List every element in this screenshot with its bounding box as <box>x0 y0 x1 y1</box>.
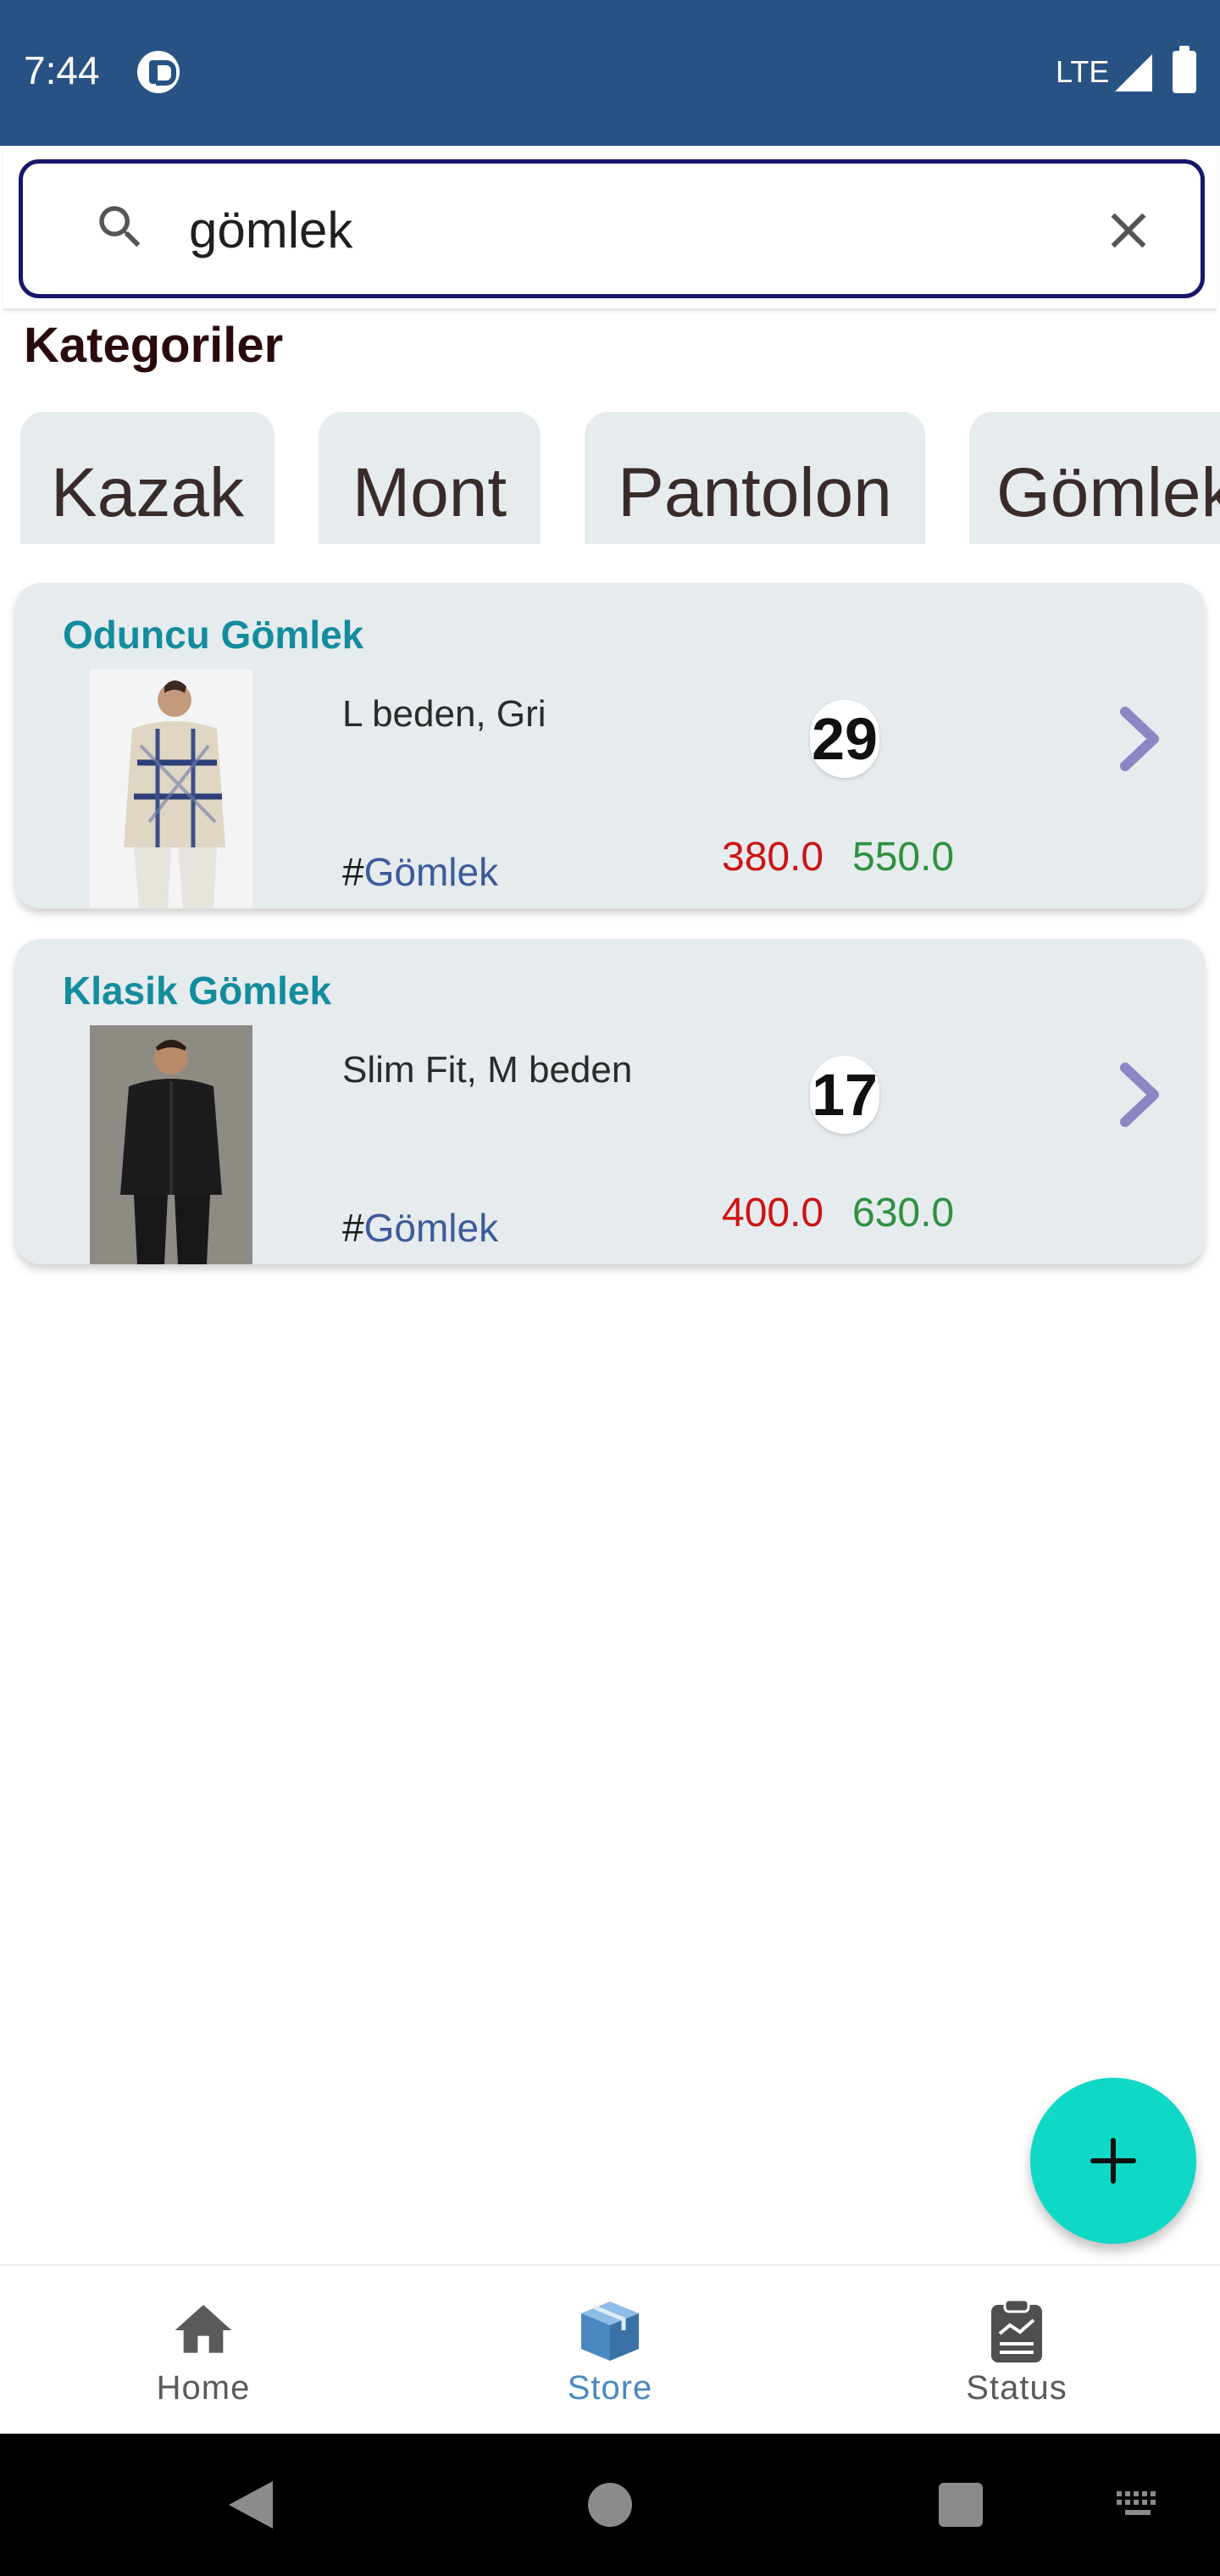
keyboard-icon[interactable] <box>1115 2490 1162 2520</box>
box-icon <box>581 2301 639 2361</box>
battery-icon <box>1173 46 1196 93</box>
product-image <box>90 1025 252 1264</box>
network-type: LTE <box>1056 54 1110 89</box>
product-description: L beden, Gri <box>342 693 546 735</box>
tag-prefix: # <box>342 850 364 894</box>
nav-item-status[interactable]: Status <box>890 2266 1144 2435</box>
sell-price: 630.0 <box>852 1191 955 1235</box>
product-title: Klasik Gömlek <box>63 969 332 1013</box>
chevron-right-icon[interactable] <box>1110 700 1169 778</box>
buy-price: 380.0 <box>722 835 824 880</box>
nav-item-home[interactable]: Home <box>76 2266 330 2435</box>
nav-label-status: Status <box>966 2369 1068 2407</box>
search-input[interactable] <box>189 187 1036 272</box>
nav-item-store[interactable]: Store <box>483 2266 737 2435</box>
tag-name[interactable]: Gömlek <box>364 1206 498 1250</box>
close-icon[interactable] <box>1099 201 1158 260</box>
nav-label-store: Store <box>567 2369 653 2407</box>
tag-name[interactable]: Gömlek <box>364 850 498 894</box>
category-chip-kazak[interactable]: Kazak <box>20 412 274 544</box>
sell-price: 550.0 <box>852 835 955 880</box>
app-notification-icon <box>137 51 180 93</box>
product-tag: #Gömlek <box>342 849 498 895</box>
plus-icon <box>1090 2138 1136 2184</box>
buy-price: 400.0 <box>722 1191 824 1235</box>
home-circle-icon[interactable] <box>588 2483 632 2527</box>
status-time: 7:44 <box>24 48 100 92</box>
category-chip-gomlek[interactable]: Gömlek <box>969 412 1220 544</box>
product-tag: #Gömlek <box>342 1205 498 1251</box>
nav-label-home: Home <box>156 2369 251 2407</box>
back-icon[interactable] <box>229 2481 273 2529</box>
quantity-badge: 17 <box>810 1056 879 1134</box>
clipboard-chart-icon <box>991 2298 1042 2362</box>
category-chip-row[interactable]: Kazak Mont Pantolon Gömlek <box>0 412 1220 544</box>
bottom-navigation: Home Store Status <box>0 2264 1220 2434</box>
product-image <box>90 669 252 908</box>
home-icon <box>175 2305 232 2353</box>
system-navigation-bar <box>0 2434 1220 2576</box>
product-card[interactable]: Klasik Gömlek Slim Fit, M beden 17 #Göml… <box>15 939 1205 1264</box>
recents-icon[interactable] <box>939 2483 983 2527</box>
product-title: Oduncu Gömlek <box>63 613 364 657</box>
category-chip-pantolon[interactable]: Pantolon <box>585 412 925 544</box>
product-description: Slim Fit, M beden <box>342 1049 633 1091</box>
app-screen: 7:44 LTE Kategoriler Kazak Mont Pantolon… <box>0 0 1220 2576</box>
tag-prefix: # <box>342 1206 364 1250</box>
signal-icon <box>1115 54 1152 92</box>
categories-title: Kategoriler <box>24 318 284 373</box>
product-card[interactable]: Oduncu Gömlek L beden, Gri 29 #Gömlek 38… <box>15 583 1205 908</box>
search-icon <box>99 206 141 247</box>
search-bar <box>3 146 1217 310</box>
search-box[interactable] <box>19 159 1205 298</box>
status-bar: 7:44 LTE <box>0 0 1220 146</box>
quantity-badge: 29 <box>810 700 879 778</box>
category-chip-mont[interactable]: Mont <box>319 412 541 544</box>
add-product-button[interactable] <box>1030 2078 1196 2244</box>
chevron-right-icon[interactable] <box>1110 1056 1169 1134</box>
